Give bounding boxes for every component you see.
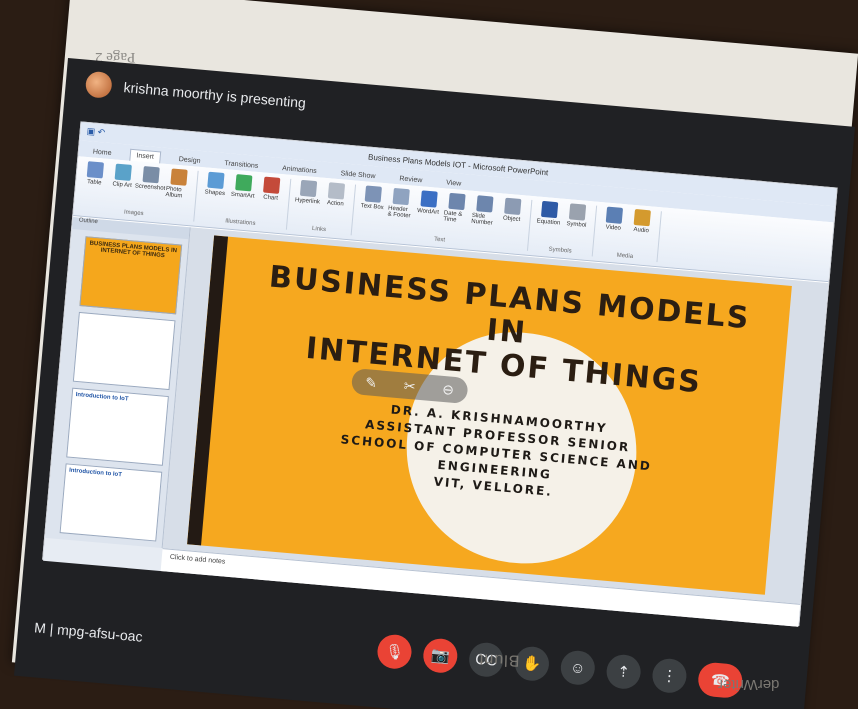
action-button[interactable]: Action [323,182,349,208]
slide-thumbnail[interactable]: Introduction to IoT [59,463,163,542]
call-controls: 🎙 📷 CC ✋ ☺ ⇡ ⋮ ☎ [376,633,744,700]
photo-album-button[interactable]: Photo Album [165,168,192,200]
minimize-icon[interactable]: ⊖ [442,380,455,398]
ribbon-group-symbols: Equation Symbol Symbols [533,200,598,257]
slide-stage: BUSINESS PLANS MODELS IN INTERNET OF THI… [162,227,829,604]
camera-off-icon: 📷 [430,646,451,666]
mic-off-icon: 🎙 [384,642,405,662]
mic-toggle-button[interactable]: 🎙 [376,633,413,671]
header-footer-button[interactable]: Header & Footer [387,187,414,220]
object-icon [504,197,522,215]
ribbon-group-illustrations: Shapes SmartArt Chart Illustrations [200,171,292,230]
chart-icon [263,176,281,194]
more-icon: ⋮ [661,667,678,686]
text-box-icon [364,185,382,203]
group-label: Symbols [548,246,572,255]
clip-art-icon [114,163,132,181]
ribbon-group-media: Video Audio Media [598,206,662,263]
video-icon [605,206,624,224]
wordart-icon [420,190,438,208]
shapes-icon [207,171,225,190]
pin-icon[interactable]: ✎ [365,374,378,392]
tab-view[interactable]: View [440,177,468,190]
group-label: Links [311,225,327,234]
group-label: Illustrations [224,218,256,227]
ribbon-group-images: Table Clip Art Screenshot Photo Album Im… [79,160,199,222]
editor-area: Outline BUSINESS PLANS MODELS IN INTERNE… [43,217,829,627]
table-icon [86,161,105,179]
ribbon-group-links: Hyperlink Action Links [292,179,357,236]
equation-button[interactable]: Equation [536,200,562,227]
slide-thumbnail[interactable] [72,311,176,391]
present-button[interactable]: ⇡ [605,653,643,691]
watermark-bottom: Blunt [477,650,520,669]
smartart-icon [235,174,253,192]
table-button[interactable]: Table [81,161,108,193]
smartart-button[interactable]: SmartArt [230,174,256,200]
date-time-button[interactable]: Date & Time [443,192,470,224]
symbol-icon [568,203,587,221]
current-slide[interactable]: BUSINESS PLANS MODELS IN INTERNET OF THI… [187,235,792,595]
present-icon: ⇡ [616,663,631,682]
chart-button[interactable]: Chart [258,176,284,202]
unpin-icon[interactable]: ✂ [403,377,416,395]
header-footer-icon [392,187,410,206]
presenter-text: krishna moorthy is presenting [122,78,307,111]
avatar [84,70,113,99]
photo-album-icon [170,168,188,186]
camera-toggle-button[interactable]: 📷 [421,637,459,675]
emoji-button[interactable]: ☺ [559,649,597,687]
wordart-button[interactable]: WordArt [415,190,442,222]
equation-icon [540,200,559,219]
meeting-code: M | mpg-afsu-oac [33,619,144,645]
notes-placeholder: Click to add notes [169,553,226,566]
screenshot-icon [142,166,160,184]
audio-icon [633,208,651,227]
slide-thumbnail[interactable]: Introduction to IoT [66,387,169,466]
meet-screen: krishna moorthy is presenting ▣ ↶ Busine… [13,58,855,709]
emoji-icon: ☺ [569,658,587,677]
hyperlink-icon [299,179,318,198]
text-box-button[interactable]: Text Box [359,185,386,217]
watermark-right: derWriter [718,676,780,693]
slide-number-button[interactable]: Slide Number [471,195,498,227]
audio-button[interactable]: Audio [629,208,655,235]
screenshot-button[interactable]: Screenshot [135,166,165,198]
object-button[interactable]: Object [499,197,526,229]
action-icon [327,182,346,200]
raise-hand-icon: ✋ [521,654,542,674]
hyperlink-button[interactable]: Hyperlink [295,179,321,205]
ribbon-group-text: Text Box Header & Footer WordArt Date & … [357,185,533,251]
clip-art-button[interactable]: Clip Art [109,163,136,195]
date-time-icon [448,192,466,211]
shapes-button[interactable]: Shapes [203,171,229,197]
group-label: Media [616,252,634,260]
video-button[interactable]: Video [601,206,627,232]
powerpoint-window: ▣ ↶ Business Plans Models IOT - Microsof… [42,121,838,627]
slide-number-icon [476,195,494,213]
slide-thumbnail[interactable]: BUSINESS PLANS MODELS IN INTERNET OF THI… [79,236,183,315]
slide-dark-bar [187,235,229,546]
quick-access-icon[interactable]: ▣ ↶ [86,126,105,139]
symbol-button[interactable]: Symbol [564,203,590,229]
more-options-button[interactable]: ⋮ [651,657,688,695]
